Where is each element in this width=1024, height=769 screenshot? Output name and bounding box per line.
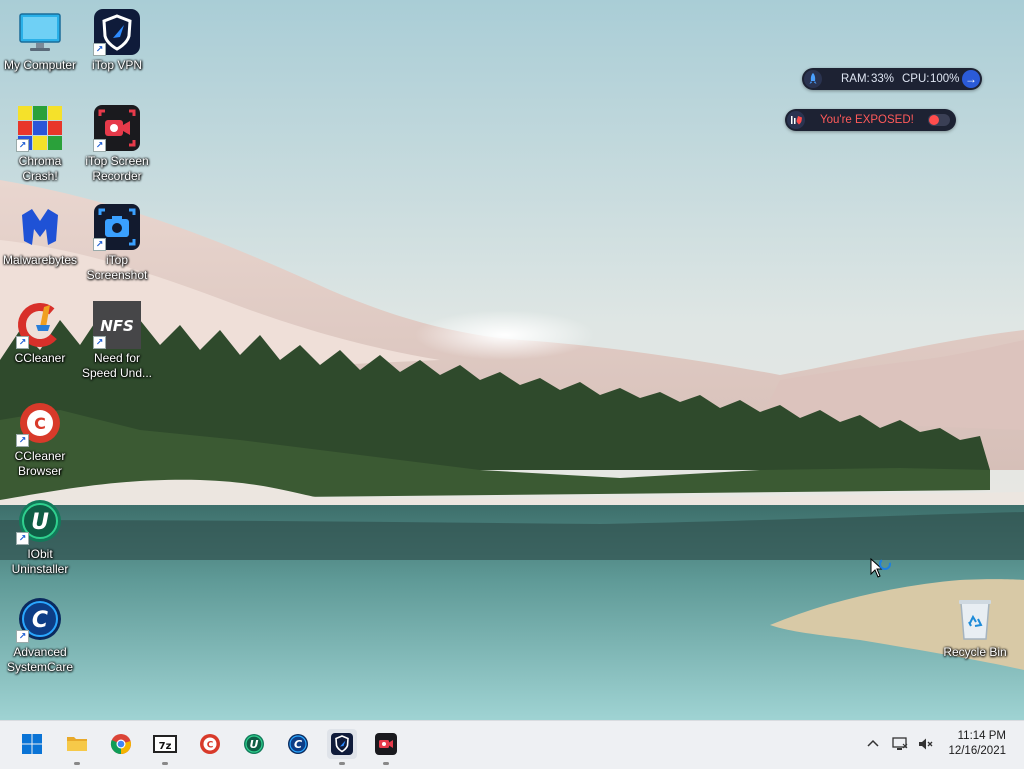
taskbar-7zip[interactable]: 7z xyxy=(150,729,180,765)
svg-text:7z: 7z xyxy=(159,741,172,752)
taskbar-ccleaner-browser[interactable]: C xyxy=(195,729,225,759)
desktop-icon-label: Need for Speed Und... xyxy=(81,351,153,380)
monitor-icon xyxy=(16,8,64,56)
taskbar: 7z C U C 11:14 PM 12/16/2021 xyxy=(0,720,1024,769)
desktop-icon-malwarebytes[interactable]: Malwarebytes xyxy=(0,203,80,268)
running-indicator xyxy=(74,762,80,765)
desktop-icon-label: Recycle Bin xyxy=(943,645,1007,659)
clock-date: 12/16/2021 xyxy=(948,745,1006,757)
clock-time: 11:14 PM xyxy=(957,730,1006,742)
itop-screen-recorder-icon: ↗ xyxy=(93,104,141,152)
ram-label: RAM: xyxy=(841,73,870,85)
desktop-icon-label: iTop VPN xyxy=(91,58,143,72)
svg-text:U: U xyxy=(31,510,49,535)
toggle-knob xyxy=(929,115,939,125)
desktop-icon-label: CCleaner Browser xyxy=(14,449,66,478)
arrow-right-icon[interactable]: → xyxy=(962,70,980,88)
network-icon[interactable] xyxy=(891,735,909,753)
svg-text:C: C xyxy=(294,738,302,751)
svg-text:C: C xyxy=(32,608,48,633)
shortcut-arrow-icon: ↗ xyxy=(93,139,106,152)
mouse-cursor-busy-icon xyxy=(870,557,896,587)
taskbar-iobit-uninstaller[interactable]: U xyxy=(239,729,269,759)
desktop-icon-label: My Computer xyxy=(3,58,77,72)
shortcut-arrow-icon: ↗ xyxy=(16,336,29,349)
shortcut-arrow-icon: ↗ xyxy=(93,336,106,349)
desktop-icon-itop-vpn[interactable]: ↗ iTop VPN xyxy=(77,8,157,73)
desktop-icon-ccleaner[interactable]: ↗ CCleaner xyxy=(0,301,80,366)
desktop-icon-iobit-uninstaller[interactable]: U ↗ IObit Uninstaller xyxy=(0,497,80,577)
ram-value: 33% xyxy=(871,73,895,85)
shield-alert-icon xyxy=(787,111,805,129)
desktop-icon-label: Chroma Crash! xyxy=(18,154,62,183)
svg-text:U: U xyxy=(250,738,259,751)
taskbar-itop-vpn[interactable] xyxy=(327,729,357,765)
desktop-icon-ccleaner-browser[interactable]: C ↗ CCleaner Browser xyxy=(0,399,80,479)
ccleaner-browser-icon: C xyxy=(200,734,220,754)
desktop-icon-advanced-systemcare[interactable]: C ↗ Advanced SystemCare xyxy=(0,595,80,675)
vpn-status-text: You're EXPOSED! xyxy=(820,114,914,126)
svg-text:NFS: NFS xyxy=(100,317,134,335)
itop-screen-recorder-icon xyxy=(375,733,397,755)
chroma-crash-icon: ↗ xyxy=(16,104,64,152)
desktop-icon-itop-screen-recorder[interactable]: ↗ iTop Screen Recorder xyxy=(77,104,157,184)
iobit-uninstaller-icon: U ↗ xyxy=(16,497,64,545)
taskbar-chrome[interactable] xyxy=(106,729,136,759)
shortcut-arrow-icon: ↗ xyxy=(93,238,106,251)
vpn-toggle[interactable] xyxy=(928,114,950,126)
desktop-icon-label: iTop Screen Recorder xyxy=(85,154,149,183)
running-indicator xyxy=(339,762,345,765)
taskbar-advanced-systemcare[interactable]: C xyxy=(283,729,313,759)
malwarebytes-icon xyxy=(16,203,64,251)
desktop-icon-label: IObit Uninstaller xyxy=(11,547,69,576)
volume-muted-icon[interactable] xyxy=(917,735,935,753)
show-hidden-icons-chevron-up-icon[interactable] xyxy=(864,735,882,753)
desktop-icon-need-for-speed[interactable]: NFS ↗ Need for Speed Und... xyxy=(77,301,157,381)
vpn-status-widget[interactable]: You're EXPOSED! xyxy=(785,109,956,131)
svg-text:C: C xyxy=(207,741,214,751)
advanced-systemcare-icon: C ↗ xyxy=(16,595,64,643)
7zip-icon: 7z xyxy=(153,735,177,753)
chrome-icon xyxy=(110,734,131,755)
desktop-icon-label: Advanced SystemCare xyxy=(6,645,74,674)
cpu-label: CPU: xyxy=(902,73,930,85)
shortcut-arrow-icon: ↗ xyxy=(16,532,29,545)
desktop-icon-recycle-bin[interactable]: Recycle Bin xyxy=(935,595,1015,660)
ccleaner-browser-icon: C ↗ xyxy=(16,399,64,447)
running-indicator xyxy=(383,762,389,765)
itop-vpn-icon: ↗ xyxy=(93,8,141,56)
taskbar-itop-screen-recorder[interactable] xyxy=(371,729,401,765)
desktop-icon-chroma-crash[interactable]: ↗ Chroma Crash! xyxy=(0,104,80,184)
need-for-speed-icon: NFS ↗ xyxy=(93,301,141,349)
system-clock[interactable]: 11:14 PM 12/16/2021 xyxy=(948,729,1006,759)
desktop-icon-my-computer[interactable]: My Computer xyxy=(0,8,80,73)
desktop-icon-itop-screenshot[interactable]: ↗ iTop Screenshot xyxy=(77,203,157,283)
desktop-icon-label: CCleaner xyxy=(14,351,66,365)
desktop-icon-label: iTop Screenshot xyxy=(86,253,148,282)
windows-logo-icon xyxy=(22,734,42,754)
recycle-bin-icon xyxy=(951,595,999,643)
itop-vpn-icon xyxy=(331,733,353,755)
shortcut-arrow-icon: ↗ xyxy=(93,43,106,56)
itop-screenshot-icon: ↗ xyxy=(93,203,141,251)
running-indicator xyxy=(162,762,168,765)
taskbar-file-explorer[interactable] xyxy=(62,729,92,765)
shortcut-arrow-icon: ↗ xyxy=(16,139,29,152)
cpu-value: 100% xyxy=(930,73,960,85)
start-button[interactable] xyxy=(17,729,47,759)
folder-icon xyxy=(67,737,87,751)
rocket-icon xyxy=(804,70,822,88)
performance-widget[interactable]: RAM: 33% CPU: 100% → xyxy=(802,68,982,90)
desktop-icon-label: Malwarebytes xyxy=(2,253,78,267)
shortcut-arrow-icon: ↗ xyxy=(16,630,29,643)
advanced-systemcare-icon: C xyxy=(288,734,308,754)
ccleaner-icon: ↗ xyxy=(16,301,64,349)
shortcut-arrow-icon: ↗ xyxy=(16,434,29,447)
iobit-uninstaller-icon: U xyxy=(244,734,264,754)
svg-text:C: C xyxy=(34,414,46,433)
